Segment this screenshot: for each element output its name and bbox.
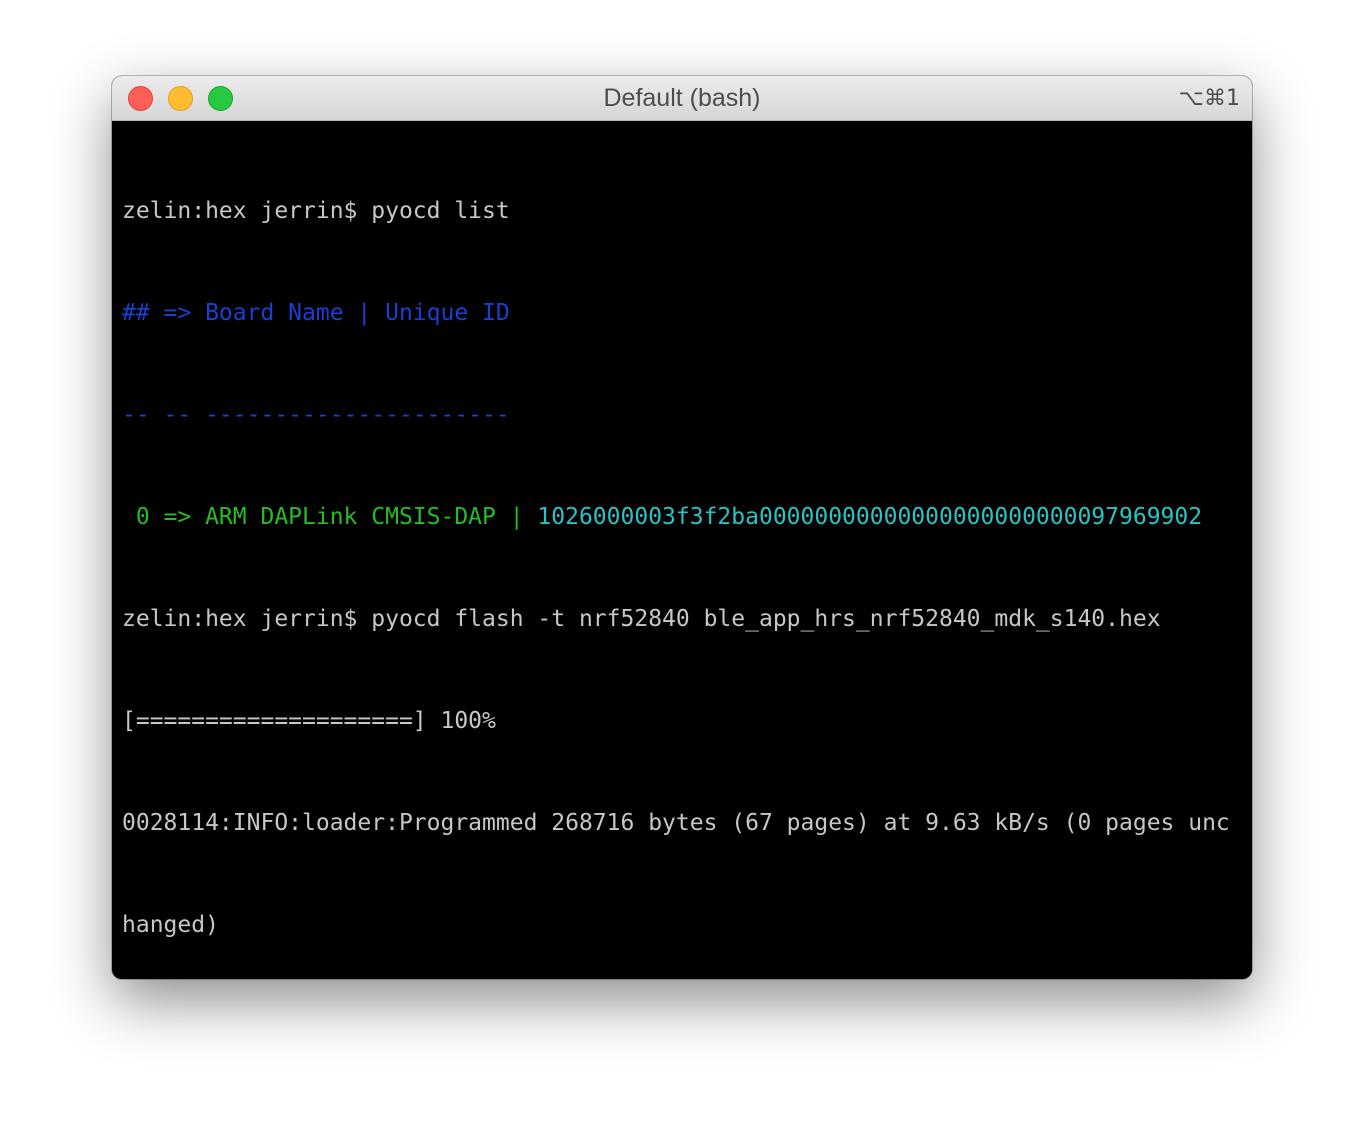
window-shortcut: ⌥⌘1 (1178, 86, 1240, 111)
terminal-output[interactable]: zelin:hex jerrin$ pyocd list ## => Board… (112, 121, 1252, 979)
info-line-2: hanged) (122, 912, 219, 938)
terminal-line-5: zelin:hex jerrin$ pyocd flash -t nrf5284… (122, 602, 1252, 636)
prompt: zelin:hex jerrin$ (122, 606, 372, 632)
terminal-window: Default (bash) ⌥⌘1 zelin:hex jerrin$ pyo… (112, 76, 1252, 979)
window-title: Default (bash) (603, 84, 761, 112)
title-bar[interactable]: Default (bash) ⌥⌘1 (112, 76, 1252, 121)
command-flash: pyocd flash -t nrf52840 ble_app_hrs_nrf5… (371, 606, 1161, 632)
board-row: 0 => ARM DAPLink CMSIS-DAP | 1026000003f… (122, 500, 1252, 534)
prompt: zelin:hex jerrin$ (122, 198, 372, 224)
board-row-name: 0 => ARM DAPLink CMSIS-DAP | (122, 504, 538, 530)
list-separator: -- -- ---------------------- (122, 402, 510, 428)
list-header: ## => Board Name | Unique ID (122, 300, 510, 326)
board-row-id: 1026000003f3f2ba000000000000000000000000… (537, 504, 1203, 530)
command-list: pyocd list (371, 198, 510, 224)
terminal-line-1: zelin:hex jerrin$ pyocd list (122, 194, 1252, 228)
info-line-1: 0028114:INFO:loader:Programmed 268716 by… (122, 810, 1230, 836)
progress-line: [====================] 100% (122, 708, 496, 734)
